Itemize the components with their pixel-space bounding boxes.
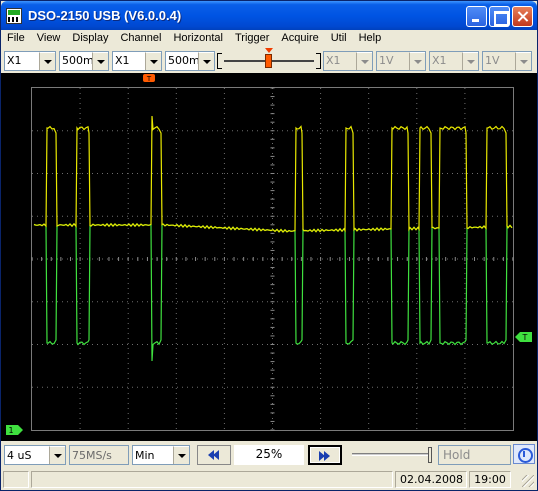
chevron-down-icon[interactable] xyxy=(515,52,531,70)
ch2-marker-label: T xyxy=(522,333,528,342)
chevron-down-icon[interactable] xyxy=(462,52,478,70)
menu-horizontal[interactable]: Horizontal xyxy=(167,30,229,48)
buffer-position-slider[interactable] xyxy=(346,445,436,465)
ch2-volts-value: 500mV xyxy=(168,54,198,67)
slider-thumb[interactable] xyxy=(265,54,272,68)
ch2-probe-select[interactable]: X1 xyxy=(112,51,162,71)
menu-channel[interactable]: Channel xyxy=(114,30,167,48)
sample-rate-value: 75MS/s xyxy=(72,449,112,462)
chevron-down-icon[interactable] xyxy=(198,52,214,70)
oscilloscope-icon xyxy=(6,8,22,24)
acquire-mode-value: Min xyxy=(135,449,155,462)
trigger-position-slider[interactable] xyxy=(217,48,321,71)
status-panel-2 xyxy=(31,471,393,488)
menu-util[interactable]: Util xyxy=(325,30,353,48)
menu-view[interactable]: View xyxy=(31,30,67,48)
trigger-marker-label: T xyxy=(146,75,152,83)
timebase-bar: 4 uS 75MS/s Min 25% Hold xyxy=(1,442,537,468)
ch2-trace xyxy=(33,222,513,362)
trigger-time-marker[interactable]: T xyxy=(143,74,155,83)
sample-rate-display: 75MS/s xyxy=(69,445,129,465)
ch4-volts-value: 1V xyxy=(485,54,500,67)
ch1-probe-select[interactable]: X1 xyxy=(4,51,56,71)
menu-bar: File View Display Channel Horizontal Tri… xyxy=(1,30,537,48)
menu-display[interactable]: Display xyxy=(66,30,114,48)
ch4-probe-select[interactable]: X1 xyxy=(429,51,479,71)
menu-file[interactable]: File xyxy=(1,30,31,48)
ch4-probe-value: X1 xyxy=(432,54,447,67)
slider-bracket-right xyxy=(316,53,321,69)
app-window: DSO-2150 USB (V6.0.0.4) File View Displa… xyxy=(0,0,538,491)
scope-canvas: T 1 T xyxy=(6,74,532,435)
scroll-left-button[interactable] xyxy=(197,445,231,465)
maximize-button[interactable] xyxy=(489,6,510,27)
menu-acquire[interactable]: Acquire xyxy=(275,30,324,48)
slider-thumb[interactable] xyxy=(428,447,432,463)
close-button[interactable] xyxy=(512,6,533,27)
chevron-down-icon[interactable] xyxy=(39,52,55,70)
ch1-ground-marker[interactable]: 1 xyxy=(6,425,23,435)
status-panel-1 xyxy=(3,471,29,488)
ch1-probe-value: X1 xyxy=(7,54,22,67)
ch3-volts-value: 1V xyxy=(379,54,394,67)
scroll-right-button[interactable] xyxy=(308,445,342,465)
minimize-button[interactable] xyxy=(466,6,487,27)
timebase-select[interactable]: 4 uS xyxy=(4,445,66,465)
hold-label: Hold xyxy=(443,448,471,462)
status-date: 02.04.2008 xyxy=(395,471,467,488)
menu-trigger[interactable]: Trigger xyxy=(229,30,275,48)
hold-button[interactable]: Hold xyxy=(438,445,511,465)
resize-grip[interactable] xyxy=(522,475,534,487)
channel-toolbar: X1 500mV X1 500mV X1 1V xyxy=(1,48,537,73)
chevron-down-icon[interactable] xyxy=(49,446,65,464)
acquire-mode-select[interactable]: Min xyxy=(132,445,190,465)
chevron-down-icon[interactable] xyxy=(356,52,372,70)
ch1-volts-value: 500mV xyxy=(62,54,92,67)
slider-bracket-left xyxy=(217,53,222,69)
ch2-probe-value: X1 xyxy=(115,54,130,67)
power-icon[interactable] xyxy=(513,444,535,464)
ch4-volts-select[interactable]: 1V xyxy=(482,51,532,71)
ch1-volts-select[interactable]: 500mV xyxy=(59,51,109,71)
status-bar: 02.04.2008 19:00 xyxy=(1,469,537,490)
window-title: DSO-2150 USB (V6.0.0.4) xyxy=(28,8,182,23)
chevron-down-icon[interactable] xyxy=(145,52,161,70)
title-bar[interactable]: DSO-2150 USB (V6.0.0.4) xyxy=(1,1,537,31)
ch2-level-marker[interactable]: T xyxy=(515,332,532,342)
ch3-probe-select[interactable]: X1 xyxy=(323,51,373,71)
status-time: 19:00 xyxy=(469,471,511,488)
menu-help[interactable]: Help xyxy=(353,30,388,48)
chevron-down-icon[interactable] xyxy=(409,52,425,70)
ch3-probe-value: X1 xyxy=(326,54,341,67)
ch1-marker-label: 1 xyxy=(8,426,13,435)
timebase-value: 4 uS xyxy=(7,449,32,462)
buffer-position-percent: 25% xyxy=(234,445,304,465)
trigger-marker-icon xyxy=(265,48,273,53)
chevron-down-icon[interactable] xyxy=(92,52,108,70)
scope-display[interactable]: T 1 T xyxy=(1,73,537,441)
slider-track xyxy=(352,453,430,456)
graticule-ticks xyxy=(31,87,514,431)
ch3-volts-select[interactable]: 1V xyxy=(376,51,426,71)
ch2-volts-select[interactable]: 500mV xyxy=(165,51,215,71)
chevron-down-icon[interactable] xyxy=(173,446,189,464)
